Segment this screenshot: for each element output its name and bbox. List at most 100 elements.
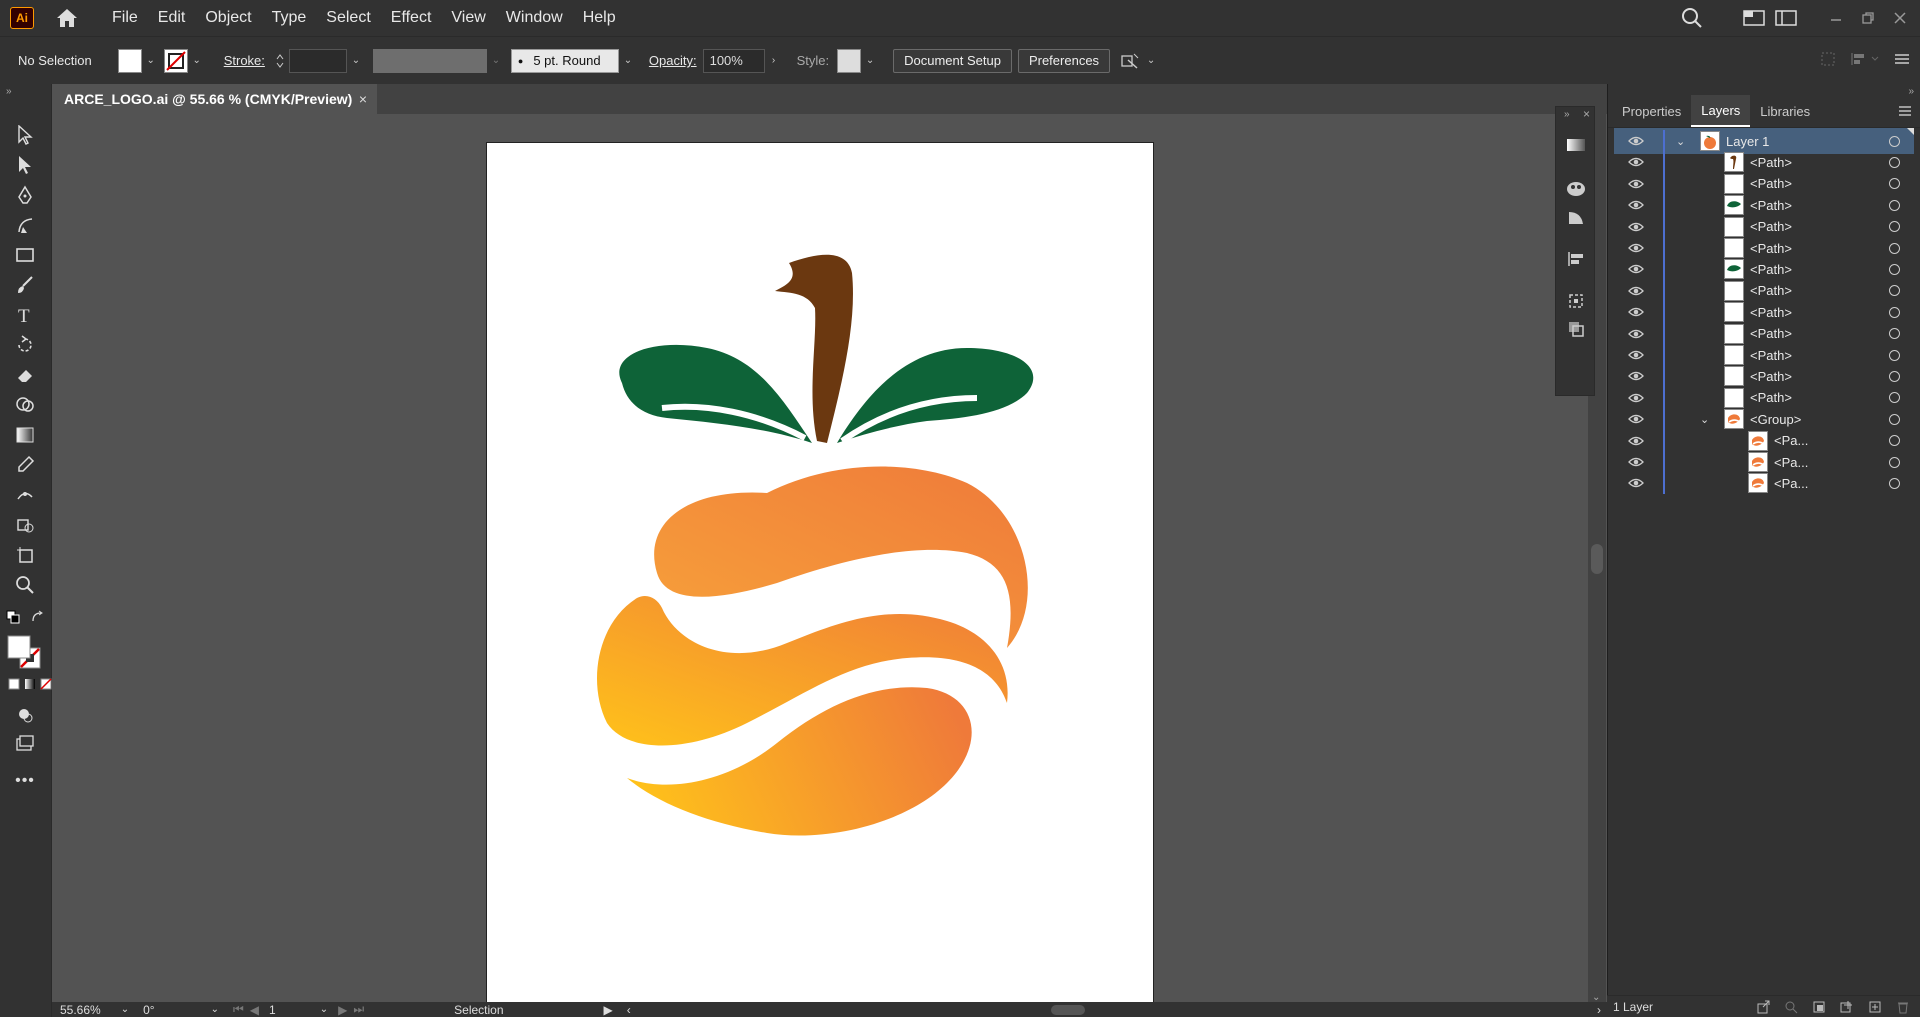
layer-name[interactable]: <Path> bbox=[1750, 326, 1792, 341]
layer-name[interactable]: <Path> bbox=[1750, 241, 1792, 256]
zoom-tool-icon[interactable] bbox=[12, 572, 38, 598]
rotate-view-value[interactable]: 0° bbox=[143, 1003, 154, 1017]
menu-file[interactable]: File bbox=[102, 9, 148, 27]
target-circle-icon[interactable] bbox=[1889, 285, 1900, 297]
expand-layer-icon[interactable]: ⌄ bbox=[1676, 135, 1685, 148]
layer-name[interactable]: <Path> bbox=[1750, 262, 1792, 277]
transparency-panel-icon[interactable] bbox=[1564, 205, 1588, 229]
layer-row-path[interactable]: <Pa... bbox=[1614, 470, 1914, 496]
toolbar-collapse-icon[interactable]: » bbox=[6, 86, 12, 97]
align-panel-icon[interactable] bbox=[1564, 247, 1588, 271]
target-circle-icon[interactable] bbox=[1889, 156, 1900, 168]
stroke-weight-input[interactable] bbox=[288, 48, 347, 73]
transform-panel-icon[interactable] bbox=[1564, 289, 1588, 313]
target-circle-icon[interactable] bbox=[1889, 199, 1900, 211]
last-artboard-icon[interactable]: ⏭ bbox=[353, 1002, 364, 1017]
arrange-documents-icon[interactable] bbox=[1738, 0, 1770, 36]
swap-colors-icon[interactable] bbox=[30, 610, 44, 627]
free-transform-tool-icon[interactable] bbox=[12, 512, 38, 538]
new-sublayer-icon[interactable] bbox=[1840, 1000, 1854, 1014]
pathfinder-panel-icon[interactable] bbox=[1564, 317, 1588, 341]
screen-mode-icon[interactable] bbox=[12, 730, 38, 756]
shape-builder-tool-icon[interactable] bbox=[12, 392, 38, 418]
layer-name[interactable]: <Group> bbox=[1750, 412, 1801, 427]
target-circle-icon[interactable] bbox=[1889, 328, 1900, 340]
fill-stroke-indicator[interactable] bbox=[6, 634, 42, 670]
close-tab-icon[interactable]: × bbox=[359, 91, 367, 107]
gradient-tool-icon[interactable] bbox=[12, 422, 38, 448]
target-circle-icon[interactable] bbox=[1889, 392, 1900, 404]
gradient-panel-icon[interactable] bbox=[1564, 133, 1588, 157]
target-circle-icon[interactable] bbox=[1889, 370, 1900, 382]
collapse-panel-icon[interactable]: » bbox=[1908, 86, 1914, 97]
document-setup-button[interactable]: Document Setup bbox=[893, 48, 1012, 73]
visibility-eye-icon[interactable] bbox=[1628, 347, 1644, 363]
menu-help[interactable]: Help bbox=[573, 9, 626, 27]
control-panel-menu-icon[interactable] bbox=[1894, 52, 1910, 69]
target-circle-icon[interactable] bbox=[1889, 456, 1900, 468]
locate-object-icon[interactable] bbox=[1784, 1000, 1798, 1014]
target-circle-icon[interactable] bbox=[1889, 306, 1900, 318]
status-menu-icon[interactable]: ▶ bbox=[604, 1003, 613, 1017]
artboard[interactable] bbox=[486, 142, 1154, 1005]
color-mode-buttons[interactable] bbox=[8, 678, 52, 690]
visibility-eye-icon[interactable] bbox=[1628, 283, 1644, 299]
layer-name[interactable]: <Path> bbox=[1750, 155, 1792, 170]
layer-name[interactable]: <Pa... bbox=[1774, 476, 1808, 491]
minimize-icon[interactable] bbox=[1820, 0, 1852, 36]
menu-select[interactable]: Select bbox=[316, 9, 380, 27]
puppet-warp-tool-icon[interactable] bbox=[12, 482, 38, 508]
pen-tool-icon[interactable] bbox=[12, 182, 38, 208]
curvature-tool-icon[interactable] bbox=[12, 212, 38, 238]
visibility-eye-icon[interactable] bbox=[1628, 197, 1644, 213]
eraser-tool-icon[interactable] bbox=[12, 362, 38, 388]
layer-name[interactable]: Layer 1 bbox=[1726, 134, 1769, 149]
export-icon[interactable] bbox=[1756, 1000, 1770, 1014]
default-colors-icon[interactable] bbox=[6, 610, 20, 627]
visibility-eye-icon[interactable] bbox=[1628, 154, 1644, 170]
target-circle-icon[interactable] bbox=[1889, 242, 1900, 254]
menu-edit[interactable]: Edit bbox=[148, 9, 196, 27]
layer-name[interactable]: <Path> bbox=[1750, 305, 1792, 320]
target-circle-icon[interactable] bbox=[1889, 477, 1900, 489]
eyedropper-tool-icon[interactable] bbox=[12, 452, 38, 478]
stroke-swatch[interactable] bbox=[163, 48, 188, 73]
selection-tool-icon[interactable] bbox=[12, 122, 38, 148]
puppet-dropdown-icon[interactable]: ⌄ bbox=[1142, 49, 1160, 73]
opacity-label[interactable]: Opacity: bbox=[649, 53, 697, 68]
layer-name[interactable]: <Path> bbox=[1750, 176, 1792, 191]
layer-name[interactable]: <Path> bbox=[1750, 348, 1792, 363]
orange-logo-artwork[interactable] bbox=[487, 143, 1155, 1006]
panel-menu-icon[interactable] bbox=[1898, 95, 1912, 127]
tab-layers[interactable]: Layers bbox=[1691, 95, 1751, 127]
target-circle-icon[interactable] bbox=[1889, 413, 1900, 425]
document-tab[interactable]: ARCE_LOGO.ai @ 55.66 % (CMYK/Preview) × bbox=[52, 84, 377, 114]
visibility-eye-icon[interactable] bbox=[1628, 176, 1644, 192]
new-layer-icon[interactable] bbox=[1868, 1000, 1882, 1014]
previous-artboard-icon[interactable]: ◀ bbox=[250, 1003, 259, 1017]
search-icon[interactable] bbox=[1676, 0, 1708, 36]
opacity-arrow-icon[interactable]: › bbox=[765, 49, 783, 73]
layer-name[interactable]: <Pa... bbox=[1774, 455, 1808, 470]
visibility-eye-icon[interactable] bbox=[1628, 368, 1644, 384]
artboard-dropdown-icon[interactable]: ⌄ bbox=[320, 1004, 328, 1015]
puppet-warp-icon[interactable] bbox=[1118, 49, 1142, 73]
target-circle-icon[interactable] bbox=[1889, 221, 1900, 233]
tab-libraries[interactable]: Libraries bbox=[1750, 95, 1820, 127]
visibility-eye-icon[interactable] bbox=[1628, 433, 1644, 449]
direct-selection-tool-icon[interactable] bbox=[12, 152, 38, 178]
profile-dropdown-icon[interactable]: ⌄ bbox=[487, 49, 505, 73]
scroll-left-icon[interactable]: ‹ bbox=[627, 1003, 631, 1017]
visibility-eye-icon[interactable] bbox=[1628, 475, 1644, 491]
target-circle-icon[interactable] bbox=[1889, 435, 1900, 447]
visibility-eye-icon[interactable] bbox=[1628, 261, 1644, 277]
align-icon[interactable] bbox=[1850, 51, 1880, 70]
menu-type[interactable]: Type bbox=[262, 9, 317, 27]
paintbrush-tool-icon[interactable] bbox=[12, 272, 38, 298]
rotate-dropdown-icon[interactable]: ⌄ bbox=[211, 1004, 219, 1015]
preferences-button[interactable]: Preferences bbox=[1017, 48, 1111, 73]
rectangle-tool-icon[interactable] bbox=[12, 242, 38, 268]
target-circle-icon[interactable] bbox=[1889, 349, 1900, 361]
variable-width-profile[interactable] bbox=[372, 48, 487, 73]
visibility-eye-icon[interactable] bbox=[1628, 454, 1644, 470]
